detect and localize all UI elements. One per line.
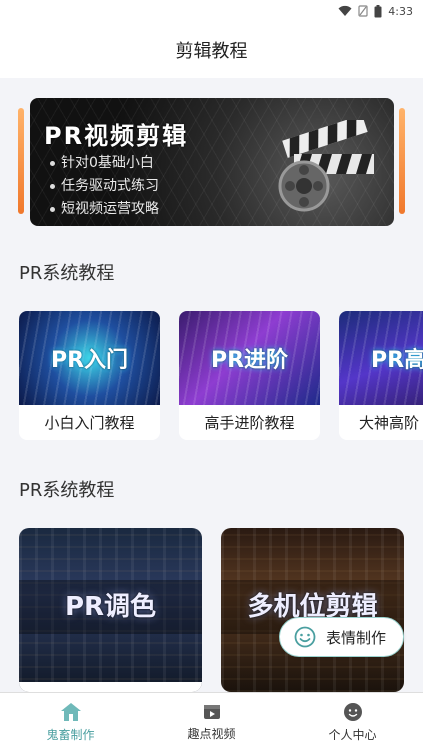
face-icon (343, 703, 362, 721)
nav-item-fun-video[interactable]: 趣点视频 (141, 693, 282, 752)
card-footer (19, 682, 202, 692)
nav-label: 个人中心 (328, 728, 377, 742)
banner-line: 短视频运营攻略 (50, 198, 159, 218)
banner-prev-peek[interactable] (18, 108, 24, 214)
battery-icon (374, 4, 382, 17)
status-time: 4:33 (388, 4, 413, 18)
course-card-master[interactable]: PR高 大神高阶 (339, 311, 423, 440)
course-caption: 大神高阶 (359, 414, 420, 432)
course-caption: 小白入门教程 (44, 414, 135, 432)
page-title: 剪辑教程 (175, 41, 248, 62)
thumbnail-text: PR高 (371, 348, 423, 373)
banner-next-peek[interactable] (399, 108, 405, 214)
clapperboard-icon (278, 120, 374, 212)
sticker-maker-label: 表情制作 (326, 628, 387, 647)
course-scroll-list[interactable]: PR入门 小白入门教程 PR进阶 高手进阶教程 PR高 大神高阶 (0, 311, 423, 441)
thumbnail-text: PR入门 (50, 348, 129, 373)
banner-line: 任务驱动式练习 (50, 175, 159, 195)
sim-icon (358, 5, 368, 17)
course-thumbnail: PR入门 (19, 311, 160, 405)
video-icon (203, 705, 220, 719)
video-card-multicam[interactable]: 多机位剪辑 (221, 528, 404, 692)
section-title: PR系统教程 (19, 263, 115, 284)
video-card-grid: PR调色 多机位剪辑 (0, 528, 423, 692)
course-thumbnail: PR进阶 (179, 311, 320, 405)
smiley-icon (294, 626, 316, 648)
banner-line: 针对0基础小白 (50, 152, 154, 172)
banner-carousel[interactable]: PR视频剪辑 针对0基础小白 任务驱动式练习 短视频运营攻略 (0, 96, 423, 230)
app-header: 剪辑教程 (0, 22, 423, 78)
banner-title: PR视频剪辑 (44, 122, 189, 150)
sticker-maker-button[interactable]: 表情制作 (279, 617, 404, 657)
thumbnail-text: PR进阶 (210, 348, 289, 373)
nav-item-ghost-edit[interactable]: 鬼畜制作 (0, 693, 141, 752)
wifi-icon (338, 5, 352, 16)
video-card-color-grading[interactable]: PR调色 (19, 528, 202, 692)
nav-item-profile[interactable]: 个人中心 (282, 693, 423, 752)
status-bar: 4:33 (0, 0, 423, 22)
course-card-advanced[interactable]: PR进阶 高手进阶教程 (179, 311, 320, 440)
nav-label: 趣点视频 (187, 727, 236, 741)
home-icon (60, 703, 81, 721)
card-title: PR调色 (64, 592, 157, 622)
course-thumbnail: PR高 (339, 311, 423, 405)
section-title: PR系统教程 (19, 480, 115, 501)
course-card-beginner[interactable]: PR入门 小白入门教程 (19, 311, 160, 440)
nav-label: 鬼畜制作 (46, 728, 95, 742)
course-caption: 高手进阶教程 (204, 414, 295, 432)
bottom-nav: 鬼畜制作 趣点视频 个人中心 (0, 692, 423, 752)
banner-slide[interactable]: PR视频剪辑 针对0基础小白 任务驱动式练习 短视频运营攻略 (30, 98, 394, 226)
